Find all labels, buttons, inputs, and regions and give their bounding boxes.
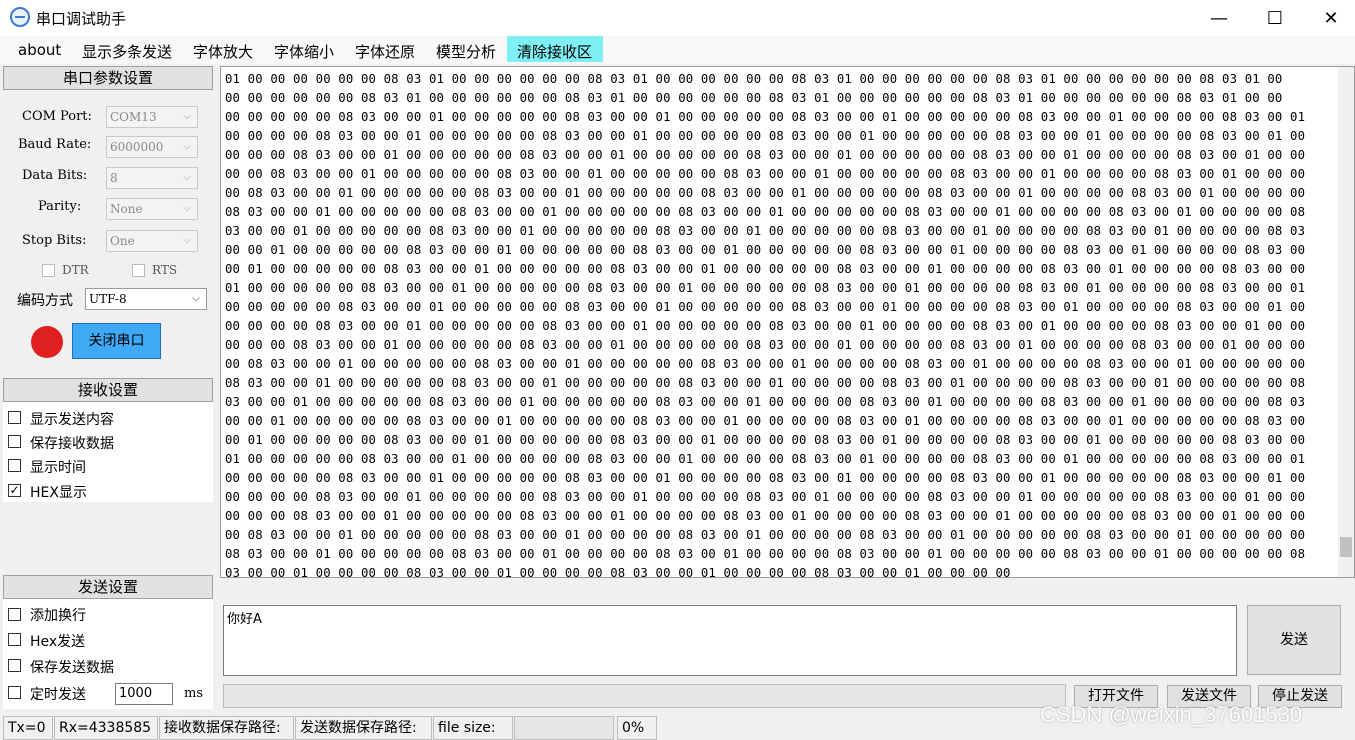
save-received-label: 保存接收数据 xyxy=(30,436,114,452)
menu-about[interactable]: about xyxy=(18,41,61,59)
show-time-checkbox[interactable] xyxy=(8,459,21,472)
send-path-label: 发送数据保存路径: xyxy=(295,716,432,740)
chevron-down-icon: ⌵ xyxy=(183,141,191,152)
chevron-down-icon: ⌵ xyxy=(192,293,200,304)
baud-rate-label: Baud Rate: xyxy=(18,137,92,152)
receive-settings-header: 接收设置 xyxy=(3,378,213,402)
menu-multi-send[interactable]: 显示多条发送 xyxy=(82,41,172,62)
save-sent-label: 保存发送数据 xyxy=(30,660,114,676)
window-title: 串口调试助手 xyxy=(36,10,127,28)
com-port-label: COM Port: xyxy=(22,109,92,124)
save-sent-checkbox[interactable] xyxy=(8,659,21,672)
stop-bits-value: One xyxy=(110,234,135,248)
parity-value: None xyxy=(110,202,143,216)
rts-label: RTS xyxy=(152,263,178,277)
hex-send-label: Hex发送 xyxy=(30,634,86,650)
serial-settings-header: 串口参数设置 xyxy=(3,66,213,90)
show-sent-label: 显示发送内容 xyxy=(30,412,114,428)
send-interval-input[interactable]: 1000 xyxy=(115,683,173,705)
rx-count: Rx=4338585 xyxy=(54,716,158,740)
menu-font-smaller[interactable]: 字体缩小 xyxy=(274,41,334,62)
menu-font-bigger[interactable]: 字体放大 xyxy=(193,41,253,62)
receive-scrollbar[interactable] xyxy=(1338,67,1354,577)
file-path-field[interactable] xyxy=(223,684,1066,708)
baud-rate-select[interactable]: 6000000 ⌵ xyxy=(106,136,198,158)
dtr-label: DTR xyxy=(62,263,89,277)
receive-path-label: 接收数据保存路径: xyxy=(159,716,294,740)
send-button[interactable]: 发送 xyxy=(1247,605,1341,675)
encoding-select[interactable]: UTF-8 ⌵ xyxy=(85,288,207,310)
send-settings-header: 发送设置 xyxy=(3,575,213,599)
data-bits-value: 8 xyxy=(110,171,118,185)
com-port-value: COM13 xyxy=(110,110,157,124)
data-bits-select[interactable]: 8 ⌵ xyxy=(106,167,198,189)
hex-display-checkbox[interactable]: ✓ xyxy=(8,484,21,497)
timed-send-checkbox[interactable] xyxy=(8,686,21,699)
encoding-value: UTF-8 xyxy=(89,292,127,306)
app-logo-icon xyxy=(10,7,30,27)
com-port-select[interactable]: COM13 ⌵ xyxy=(106,106,198,128)
close-port-button[interactable]: 关闭串口 xyxy=(72,323,161,359)
timed-send-label: 定时发送 xyxy=(30,687,86,703)
rts-checkbox[interactable] xyxy=(132,264,145,277)
chevron-down-icon: ⌵ xyxy=(183,172,191,183)
parity-label: Parity: xyxy=(38,199,82,214)
stop-bits-select[interactable]: One ⌵ xyxy=(106,230,198,252)
receive-text: 01 00 00 00 00 00 00 08 03 01 00 00 00 0… xyxy=(225,72,1306,578)
show-sent-checkbox[interactable] xyxy=(8,411,21,424)
hex-display-label: HEX显示 xyxy=(30,485,87,501)
baud-rate-value: 6000000 xyxy=(110,140,164,154)
progress-percent: 0% xyxy=(617,716,657,740)
show-time-label: 显示时间 xyxy=(30,460,86,476)
save-received-checkbox[interactable] xyxy=(8,435,21,448)
watermark: CSDN @weixin_37601530 xyxy=(1040,702,1303,727)
send-text: 你好A xyxy=(227,612,262,627)
data-bits-label: Data Bits: xyxy=(22,168,88,183)
progress-bar xyxy=(514,716,614,740)
file-size-label: file size: xyxy=(433,716,513,740)
port-status-indicator xyxy=(31,326,63,358)
receive-textarea[interactable]: 01 00 00 00 00 00 00 08 03 01 00 00 00 0… xyxy=(220,66,1355,578)
minimize-button[interactable]: — xyxy=(1191,0,1247,36)
parity-select[interactable]: None ⌵ xyxy=(106,198,198,220)
interval-unit-label: ms xyxy=(184,686,203,701)
chevron-down-icon: ⌵ xyxy=(183,111,191,122)
hex-send-checkbox[interactable] xyxy=(8,633,21,646)
chevron-down-icon: ⌵ xyxy=(183,235,191,246)
dtr-checkbox[interactable] xyxy=(42,264,55,277)
chevron-down-icon: ⌵ xyxy=(183,203,191,214)
title-bar: 串口调试助手 — ☐ ✕ xyxy=(0,0,1355,36)
close-window-button[interactable]: ✕ xyxy=(1303,0,1355,36)
maximize-button[interactable]: ☐ xyxy=(1247,0,1303,36)
receive-scrollbar-thumb[interactable] xyxy=(1340,537,1352,557)
encoding-label: 编码方式 xyxy=(17,293,73,309)
tx-count: Tx=0 xyxy=(3,716,53,740)
menu-clear-receive[interactable]: 清除接收区 xyxy=(517,41,592,62)
menu-font-reset[interactable]: 字体还原 xyxy=(355,41,415,62)
send-textarea[interactable]: 你好A xyxy=(223,605,1237,676)
stop-bits-label: Stop Bits: xyxy=(22,233,87,248)
menu-model-analysis[interactable]: 模型分析 xyxy=(436,41,496,62)
add-newline-checkbox[interactable] xyxy=(8,608,21,621)
add-newline-label: 添加换行 xyxy=(30,608,86,624)
